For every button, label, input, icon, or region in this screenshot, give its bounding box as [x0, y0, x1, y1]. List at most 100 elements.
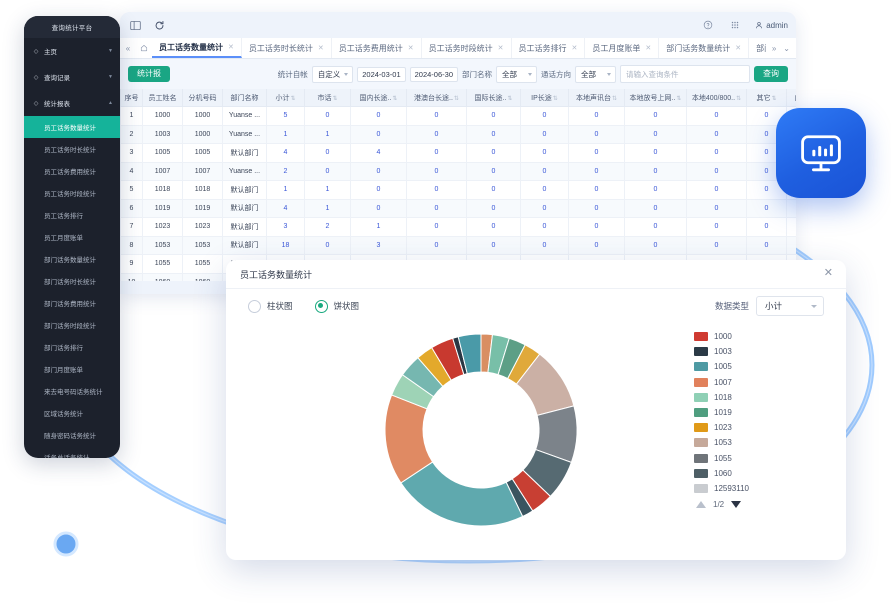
- sidebar-item-0[interactable]: 员工话务数量统计: [24, 116, 120, 138]
- column-header-12[interactable]: 本地400/800..⇅: [686, 89, 747, 107]
- legend-item-8[interactable]: 1055: [694, 451, 794, 466]
- legend-item-2[interactable]: 1005: [694, 359, 794, 374]
- sidebar-item-6[interactable]: 部门话务数量统计: [24, 248, 120, 270]
- apps-icon[interactable]: [728, 18, 742, 32]
- period-select[interactable]: 自定义: [311, 65, 354, 83]
- table-row[interactable]: 710231023默认部门32100000001: [120, 217, 796, 237]
- tab-close-icon[interactable]: ✕: [318, 44, 324, 52]
- home-tab-icon[interactable]: [136, 38, 152, 58]
- search-input[interactable]: 请输入查询条件: [620, 65, 750, 83]
- legend-item-7[interactable]: 1053: [694, 435, 794, 450]
- sidebar-item-5[interactable]: 员工月度账单: [24, 226, 120, 248]
- donut-chart[interactable]: [376, 325, 586, 535]
- sidebar-item-4[interactable]: 员工话务排行: [24, 204, 120, 226]
- sort-icon[interactable]: ⇅: [454, 96, 459, 102]
- column-header-4[interactable]: 小计⇅: [266, 89, 305, 107]
- sort-icon[interactable]: ⇅: [553, 96, 558, 102]
- table-row[interactable]: 410071007Yuanse ...20000000002: [120, 161, 796, 181]
- legend-item-4[interactable]: 1018: [694, 390, 794, 405]
- table-row[interactable]: 310051005默认部门40400000000: [120, 143, 796, 163]
- data-table-container[interactable]: 序号 员工姓名 分机号码 部门名称 小计⇅ 市话⇅ 国内长途..⇅ 港澳台长途..⇅ 国际长途.…: [120, 89, 796, 281]
- department-select[interactable]: 全部: [496, 65, 537, 83]
- tabs-collapse-icon[interactable]: «: [120, 38, 136, 58]
- sidebar-item-7[interactable]: 部门话务时长统计: [24, 270, 120, 292]
- sort-icon[interactable]: ⇅: [676, 96, 681, 102]
- tab-dropdown-icon[interactable]: ⌄: [783, 44, 790, 53]
- sort-icon[interactable]: ⇅: [736, 96, 741, 102]
- tab-2[interactable]: 员工话务费用统计 ✕: [332, 38, 422, 58]
- column-header-10[interactable]: 本地声讯台⇅: [568, 89, 625, 107]
- tab-5[interactable]: 员工月度账单 ✕: [585, 38, 660, 58]
- user-menu[interactable]: admin: [755, 21, 788, 30]
- report-button[interactable]: 统计报: [128, 66, 170, 82]
- tab-close-icon[interactable]: ✕: [572, 44, 578, 52]
- tab-1[interactable]: 员工话务时长统计 ✕: [242, 38, 332, 58]
- legend-item-3[interactable]: 1007: [694, 375, 794, 390]
- legend-item-1[interactable]: 1003: [694, 344, 794, 359]
- start-date-input[interactable]: 2024-03-01: [357, 66, 406, 82]
- sidebar-item-8[interactable]: 部门话务费用统计: [24, 292, 120, 314]
- sidebar-group-2[interactable]: ◇ 统计报表 ▲: [24, 90, 120, 116]
- column-header-14[interactable]: 内线⇅: [786, 89, 796, 107]
- legend-item-10[interactable]: 12593110: [694, 481, 794, 496]
- sidebar-item-12[interactable]: 来去电号码话务统计: [24, 380, 120, 402]
- chevron-down-icon[interactable]: ▼: [108, 48, 113, 54]
- sort-icon[interactable]: ⇅: [332, 96, 337, 102]
- table-row[interactable]: 510181018默认部门11000000000: [120, 180, 796, 200]
- end-date-input[interactable]: 2024-06-30: [409, 66, 458, 82]
- sidebar-item-14[interactable]: 随身密码话务统计: [24, 424, 120, 446]
- table-row[interactable]: 610191019默认部门41000000003: [120, 198, 796, 218]
- tab-6[interactable]: 部门话务数量统计 ✕: [659, 38, 750, 58]
- legend-prev-icon[interactable]: [696, 501, 706, 509]
- column-header-7[interactable]: 港澳台长途..⇅: [406, 89, 467, 107]
- sidebar-item-11[interactable]: 部门月度账单: [24, 358, 120, 380]
- donut-segment-9[interactable]: [400, 461, 524, 527]
- column-header-6[interactable]: 国内长途..⇅: [350, 89, 407, 107]
- sidebar-item-2[interactable]: 员工话务费用统计: [24, 160, 120, 182]
- legend-item-5[interactable]: 1019: [694, 405, 794, 420]
- tab-7[interactable]: 部门话务时长统计✕: [749, 38, 766, 58]
- tab-close-icon[interactable]: ✕: [408, 44, 414, 52]
- sidebar-item-10[interactable]: 部门话务排行: [24, 336, 120, 358]
- chart-type-bar-option[interactable]: 柱状图: [248, 299, 293, 313]
- chart-type-pie-option[interactable]: 饼状图: [314, 299, 359, 313]
- tab-close-icon[interactable]: ✕: [735, 44, 741, 52]
- sidebar-item-3[interactable]: 员工话务时段统计: [24, 182, 120, 204]
- column-header-8[interactable]: 国际长途..⇅: [466, 89, 521, 107]
- sort-icon[interactable]: ⇅: [771, 96, 776, 102]
- column-header-11[interactable]: 本地放号上网..⇅: [624, 89, 687, 107]
- tab-3[interactable]: 员工话务时段统计 ✕: [422, 38, 512, 58]
- tab-4[interactable]: 员工话务排行 ✕: [512, 38, 586, 58]
- sort-icon[interactable]: ⇅: [392, 96, 397, 102]
- sidebar-item-1[interactable]: 员工话务时长统计: [24, 138, 120, 160]
- tab-more-icon[interactable]: »: [772, 44, 776, 53]
- chevron-down-icon[interactable]: ▼: [108, 74, 113, 80]
- close-icon[interactable]: ✕: [824, 268, 833, 279]
- tab-0[interactable]: 员工话务数量统计 ✕: [152, 38, 242, 58]
- table-row[interactable]: 810531053默认部门1803000000016: [120, 235, 796, 255]
- tab-close-icon[interactable]: ✕: [228, 43, 234, 51]
- table-row[interactable]: 210031000Yuanse ...11000000000: [120, 124, 796, 144]
- legend-item-0[interactable]: 1000: [694, 329, 794, 344]
- sidebar-group-0[interactable]: ◇ 主页 ▼: [24, 38, 120, 64]
- sidebar-item-15[interactable]: 话务总话务统计: [24, 446, 120, 458]
- legend-next-icon[interactable]: [731, 501, 742, 509]
- column-header-13[interactable]: 其它⇅: [746, 89, 787, 107]
- search-button[interactable]: 查询: [754, 66, 788, 82]
- sort-icon[interactable]: ⇅: [290, 96, 295, 102]
- table-row[interactable]: 110001000Yuanse ...50000000005: [120, 106, 796, 126]
- column-header-9[interactable]: IP长途⇅: [520, 89, 569, 107]
- column-header-5[interactable]: 市话⇅: [304, 89, 351, 107]
- chevron-up-icon[interactable]: ▲: [108, 100, 113, 106]
- sidebar-toggle-icon[interactable]: [128, 18, 142, 32]
- sort-icon[interactable]: ⇅: [612, 96, 617, 102]
- tab-close-icon[interactable]: ✕: [498, 44, 504, 52]
- sidebar-item-9[interactable]: 部门话务时段统计: [24, 314, 120, 336]
- tab-close-icon[interactable]: ✕: [645, 44, 651, 52]
- legend-item-6[interactable]: 1023: [694, 420, 794, 435]
- legend-item-9[interactable]: 1060: [694, 466, 794, 481]
- refresh-icon[interactable]: [152, 18, 166, 32]
- direction-select[interactable]: 全部: [575, 65, 616, 83]
- data-type-select[interactable]: 小计: [756, 296, 824, 316]
- help-icon[interactable]: [701, 18, 715, 32]
